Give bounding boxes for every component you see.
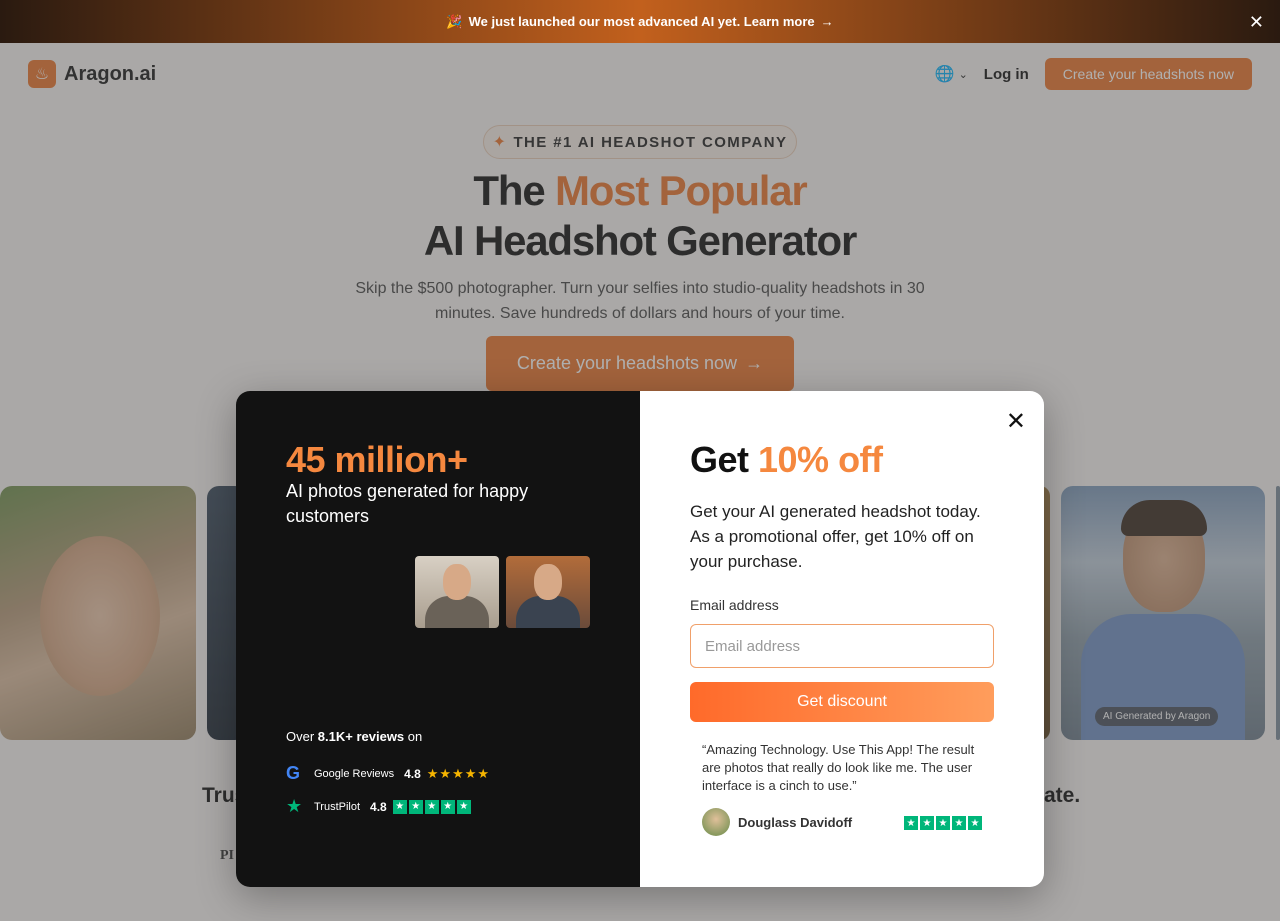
trustpilot-row: ★ TrustPilot 4.8 ★ ★ ★ ★ ★	[286, 796, 471, 817]
star-icon: ★	[936, 816, 950, 830]
google-rating: 4.8	[404, 766, 421, 781]
sample-headshot	[506, 556, 590, 628]
google-reviews-label: Google Reviews	[314, 767, 395, 780]
trustpilot-rating: 4.8	[370, 799, 387, 814]
avatar	[702, 808, 730, 836]
sample-headshot	[415, 556, 499, 628]
star-icon: ★	[456, 799, 471, 814]
reviews-count: 8.1K+ reviews	[317, 729, 405, 744]
stat-number: 45 million+	[286, 439, 468, 480]
google-icon: G	[286, 763, 301, 783]
modal-left-panel: 45 million+ AI photos generated for happ…	[236, 391, 640, 887]
reviews-prefix: Over	[286, 729, 318, 744]
star-icon: ★	[408, 799, 423, 814]
discount-modal: 45 million+ AI photos generated for happ…	[236, 391, 1044, 887]
email-field[interactable]	[690, 624, 994, 668]
arrow-right-icon: →	[820, 14, 834, 29]
promo-text: Get your AI generated headshot today. As…	[690, 502, 981, 571]
modal-right-panel: ✕ Get 10% off Get your AI generated head…	[640, 391, 1044, 887]
discount-title: Get 10% off	[690, 439, 883, 481]
trustpilot-stars: ★ ★ ★ ★ ★	[392, 799, 471, 814]
reviews-summary: Over 8.1K+ reviews on	[286, 729, 422, 744]
star-icon: ★	[392, 799, 407, 814]
star-icon: ★	[424, 799, 439, 814]
testimonial-quote: “Amazing Technology. Use This App! The r…	[702, 742, 975, 793]
stat-description: AI photos generated for happy customers	[286, 481, 529, 526]
announcement-bar[interactable]: 🎉 We just launched our most advanced AI …	[0, 0, 1280, 43]
close-icon[interactable]: ✕	[1006, 407, 1026, 436]
star-icon: ★	[904, 816, 918, 830]
star-icon: ★	[952, 816, 966, 830]
star-icon: ★	[968, 816, 982, 830]
testimonial-stars: ★ ★ ★ ★ ★	[904, 816, 982, 830]
discount-title-accent: 10% off	[758, 439, 883, 480]
get-discount-button[interactable]: Get discount	[690, 682, 994, 722]
reviewer-name: Douglass Davidoff	[738, 814, 853, 830]
testimonial-author: Douglass Davidoff	[702, 808, 852, 836]
trustpilot-icon: ★	[286, 796, 303, 816]
google-reviews-row: G Google Reviews 4.8 ★★★★★	[286, 763, 490, 784]
trustpilot-label: TrustPilot	[314, 800, 361, 813]
star-icon: ★	[920, 816, 934, 830]
party-icon: 🎉	[446, 13, 463, 29]
close-icon[interactable]: ✕	[1249, 12, 1264, 33]
announcement-text[interactable]: We just launched our most advanced AI ye…	[469, 14, 815, 29]
star-icon: ★	[440, 799, 455, 814]
star-rating-icon: ★★★★★	[426, 765, 491, 781]
reviews-suffix: on	[404, 729, 423, 744]
email-label: Email address	[690, 597, 779, 613]
discount-title-pre: Get	[690, 439, 759, 480]
